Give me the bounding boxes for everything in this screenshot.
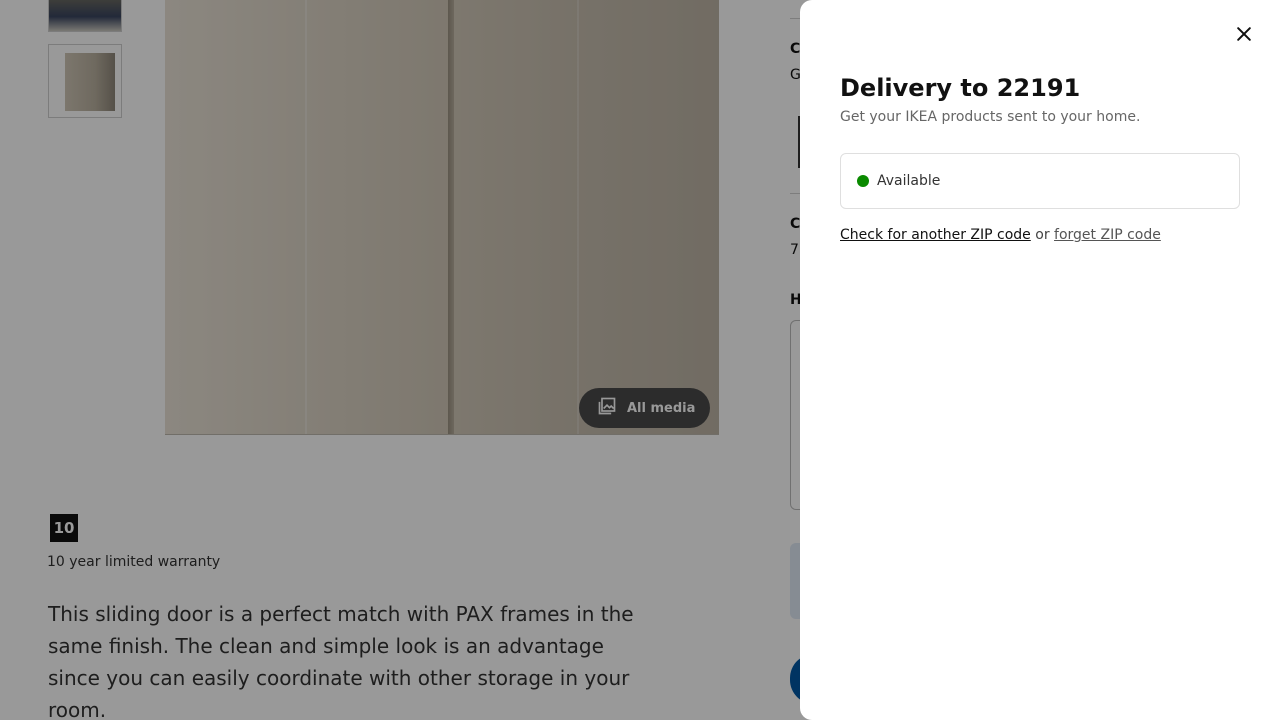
forget-zip-link[interactable]: forget ZIP code: [1054, 227, 1161, 243]
close-button[interactable]: [1224, 16, 1264, 56]
zip-actions: Check for another ZIP code or forget ZIP…: [840, 227, 1161, 243]
delivery-sheet: [800, 0, 1280, 720]
availability-status: Available: [840, 153, 1240, 209]
close-icon: [1234, 24, 1254, 48]
check-another-zip-link[interactable]: Check for another ZIP code: [840, 227, 1031, 243]
or-text: or: [1035, 227, 1050, 243]
sheet-title: Delivery to 22191: [840, 74, 1081, 102]
sheet-subtitle: Get your IKEA products sent to your home…: [840, 109, 1141, 125]
availability-label: Available: [877, 173, 941, 189]
available-status-dot: [857, 175, 869, 187]
